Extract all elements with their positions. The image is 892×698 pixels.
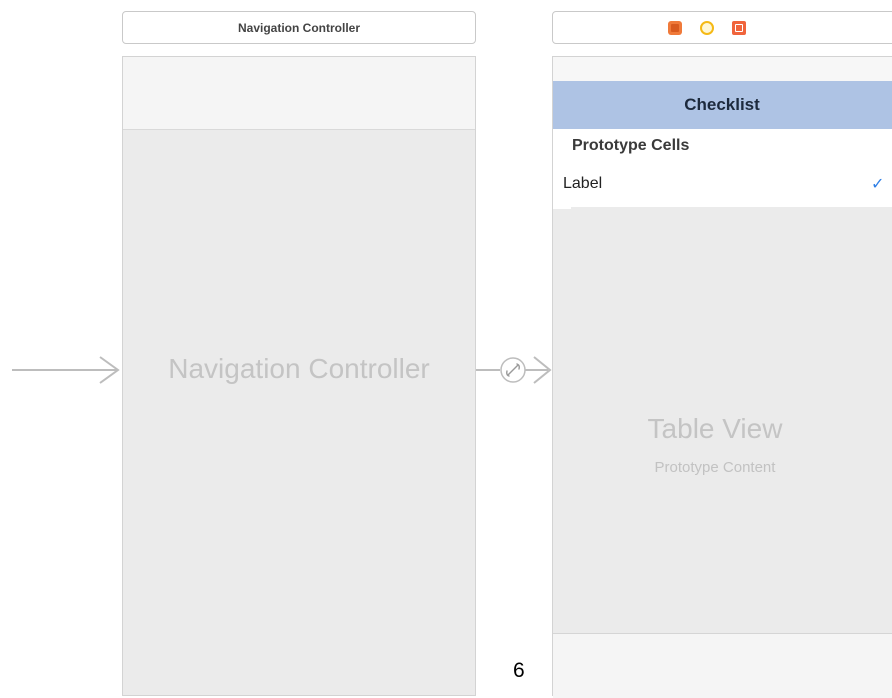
cube-icon[interactable] [668, 20, 682, 35]
navigation-title[interactable]: Checklist [684, 95, 760, 115]
status-bar [553, 57, 892, 81]
root-view-controller-segue[interactable] [476, 352, 554, 388]
prototype-content-placeholder: Prototype Content [654, 459, 776, 476]
nav-controller-scene-header[interactable]: Navigation Controller [122, 11, 476, 44]
navigation-bar[interactable] [123, 57, 475, 130]
prototype-cells-header: Prototype Cells [553, 129, 892, 163]
first-responder-icon[interactable] [700, 20, 714, 35]
cell-separator [553, 207, 571, 209]
checkmark-icon: ✓ [871, 176, 885, 193]
nav-controller-scene[interactable]: Navigation Controller [122, 56, 476, 696]
table-view-placeholder: Table View [647, 413, 783, 444]
table-controller-scene-header[interactable] [552, 11, 892, 44]
cell-label[interactable]: Label [563, 175, 602, 193]
nav-controller-placeholder: Navigation Controller [168, 353, 430, 384]
page-number: 6 [510, 660, 528, 682]
exit-icon[interactable] [732, 20, 746, 35]
initial-view-controller-arrow[interactable] [0, 352, 122, 388]
prototype-cell[interactable]: Label ✓ [553, 163, 892, 207]
navigation-item-bar[interactable]: Checklist [553, 81, 892, 129]
scene-dock [668, 20, 746, 35]
nav-controller-scene-title: Navigation Controller [237, 20, 360, 35]
prototype-cells-label: Prototype Cells [572, 137, 690, 154]
bottom-toolbar [553, 633, 892, 698]
table-controller-scene[interactable]: Checklist Prototype Cells Label ✓ Table … [552, 56, 892, 698]
